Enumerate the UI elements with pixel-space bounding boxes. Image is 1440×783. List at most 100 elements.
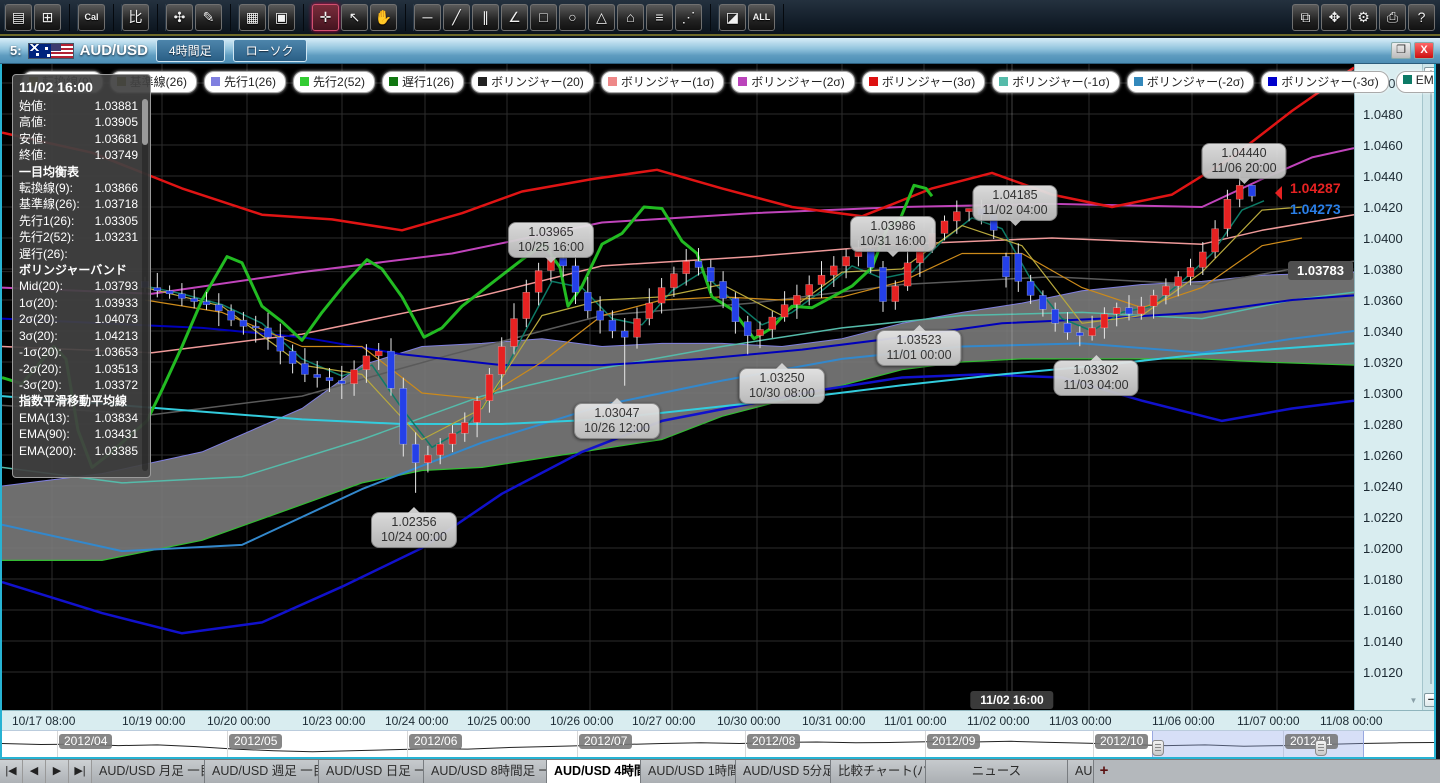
candle xyxy=(1101,314,1108,328)
chart-type-button[interactable]: ローソク xyxy=(233,39,307,62)
info-row-label: 安値: xyxy=(19,131,46,147)
candle xyxy=(769,317,776,329)
info-row-label: 先行1(26): xyxy=(19,213,74,229)
pair-label: AUD/USD xyxy=(80,42,148,59)
candle xyxy=(400,388,407,444)
price-scroll-down-icon[interactable]: ▼ xyxy=(1407,695,1420,706)
triangle-tool-icon[interactable]: △ xyxy=(588,4,615,31)
polygon-tool-icon[interactable]: ⌂ xyxy=(617,4,644,31)
tab-scroll-last[interactable]: ▶| xyxy=(69,760,92,783)
info-row-value: 1.03834 xyxy=(95,410,138,426)
chart-tab-7[interactable]: AUD/USD 5分足 一目... xyxy=(736,760,831,783)
chart-tabs-bar: |◀◀▶▶|AUD/USD 月足 一目均...AUD/USD 週足 一目均...… xyxy=(0,759,1440,783)
zoom-out-button[interactable]: − xyxy=(1424,693,1436,707)
info-row: 始値:1.03881 xyxy=(19,98,148,114)
hline-tool-icon[interactable]: ─ xyxy=(414,4,441,31)
navigator-handle-right[interactable] xyxy=(1315,740,1327,756)
candle xyxy=(953,212,960,221)
chart-tab-3[interactable]: AUD/USD 日足 一目均... xyxy=(319,760,424,783)
pointer-tool-icon[interactable]: ↖ xyxy=(341,4,368,31)
close-window-button[interactable]: X xyxy=(1414,42,1434,59)
info-row-value: 1.03793 xyxy=(95,278,138,294)
erase-all-icon[interactable]: ALL xyxy=(748,4,775,31)
legend-pill-10[interactable]: ボリンジャー(-1σ) xyxy=(992,71,1119,93)
swing-time: 10/31 16:00 xyxy=(860,234,926,249)
add-tab-button[interactable]: + xyxy=(1094,760,1114,783)
info-section-header: 一目均衡表 xyxy=(19,164,148,180)
save-icon[interactable]: ▣ xyxy=(268,4,295,31)
timeframe-button[interactable]: 4時間足 xyxy=(156,39,225,62)
chart-settings-icon[interactable]: ▦ xyxy=(239,4,266,31)
date-axis[interactable]: 10/17 08:0010/19 00:0010/20 00:0010/23 0… xyxy=(2,710,1436,730)
tab-scroll-first[interactable]: |◀ xyxy=(0,760,23,783)
scrollbar-track[interactable] xyxy=(1430,84,1432,684)
swing-time: 11/02 04:00 xyxy=(982,203,1047,218)
calendar-icon[interactable]: Cal xyxy=(78,4,105,31)
settings-gear-icon[interactable]: ⚙ xyxy=(1350,4,1377,31)
chart-tab-9[interactable]: ニュース xyxy=(926,760,1068,783)
date-tick: 11/06 00:00 xyxy=(1152,714,1215,728)
quote-list-icon[interactable]: ▤ xyxy=(5,4,32,31)
price-axis[interactable]: ▲ ▼ 1.05001.04801.04601.04401.04201.0400… xyxy=(1354,64,1422,710)
crosshair-tool-icon[interactable]: ✛ xyxy=(312,4,339,31)
tab-scroll-prev[interactable]: ◀ xyxy=(23,760,46,783)
chart-tab-6[interactable]: AUD/USD 1時間足 一... xyxy=(641,760,736,783)
add-chart-icon[interactable]: ⊞ xyxy=(34,4,61,31)
restore-window-button[interactable]: ❐ xyxy=(1391,42,1411,59)
range-navigator[interactable]: 2012/042012/052012/062012/072012/082012/… xyxy=(2,730,1436,757)
ellipse-tool-icon[interactable]: ○ xyxy=(559,4,586,31)
chart-tab-5[interactable]: AUD/USD 4時間足 ... xyxy=(547,760,641,783)
chart-tab-1[interactable]: AUD/USD 月足 一目均... xyxy=(92,760,205,783)
legend-pill-9[interactable]: ボリンジャー(3σ) xyxy=(862,71,985,93)
chart-tab-8[interactable]: 比較チャート(パーセント... xyxy=(831,760,926,783)
indicator-editor-icon[interactable]: ✣ xyxy=(166,4,193,31)
rectangle-tool-icon[interactable]: □ xyxy=(530,4,557,31)
legend-pill-12[interactable]: ボリンジャー(-3σ) xyxy=(1261,71,1388,93)
swing-price: 1.03986 xyxy=(860,219,926,234)
vertical-scrollbar[interactable]: + − xyxy=(1422,64,1436,710)
candle xyxy=(289,351,296,363)
chart-window: 転換線(9)基準線(26)先行1(26)先行2(52)遅行1(26)ボリンジャー… xyxy=(0,64,1436,759)
eraser-icon[interactable]: ◪ xyxy=(719,4,746,31)
pan-tool-icon[interactable]: ✋ xyxy=(370,4,397,31)
navigator-handle-left[interactable] xyxy=(1152,740,1164,756)
legend-pill-7[interactable]: ボリンジャー(1σ) xyxy=(601,71,724,93)
candle xyxy=(1212,229,1219,252)
legend-color-swatch xyxy=(1134,77,1143,86)
legend-pill-11[interactable]: ボリンジャー(-2σ) xyxy=(1127,71,1254,93)
legend-pill-13[interactable]: EMA(13) xyxy=(1396,71,1436,93)
angle-line-tool-icon[interactable]: ∠ xyxy=(501,4,528,31)
chart-tab-10[interactable]: AUD xyxy=(1068,760,1094,783)
price-tick: 1.0480 xyxy=(1363,107,1403,122)
candle xyxy=(732,298,739,321)
draw-pencil-icon[interactable]: ✎ xyxy=(195,4,222,31)
fibonacci-tool-icon[interactable]: ≡ xyxy=(646,4,673,31)
parallel-lines-tool-icon[interactable]: ∥ xyxy=(472,4,499,31)
date-tick: 10/23 00:00 xyxy=(302,714,365,728)
windows-icon[interactable]: ⧉ xyxy=(1292,4,1319,31)
trendline-tool-icon[interactable]: ╱ xyxy=(443,4,470,31)
info-row: 遅行(26): xyxy=(19,246,148,262)
help-icon[interactable]: ? xyxy=(1408,4,1435,31)
print-icon[interactable]: ⎙ xyxy=(1379,4,1406,31)
window-number: 5: xyxy=(10,43,22,58)
candle xyxy=(1039,295,1046,309)
chart-tab-2[interactable]: AUD/USD 週足 一目均... xyxy=(205,760,319,783)
candlestick-chart[interactable] xyxy=(2,64,1354,710)
legend-pill-3[interactable]: 先行1(26) xyxy=(204,71,286,93)
legend-pill-5[interactable]: 遅行1(26) xyxy=(382,71,464,93)
chart-tab-4[interactable]: AUD/USD 8時間足 一... xyxy=(424,760,547,783)
compare-icon[interactable]: 比 xyxy=(122,4,149,31)
date-tick: 11/01 00:00 xyxy=(884,714,947,728)
swing-label: 1.0444011/06 20:00 xyxy=(1201,143,1286,179)
price-tick: 1.0260 xyxy=(1363,448,1403,463)
info-panel-scrollbar[interactable] xyxy=(142,99,148,471)
legend-pill-6[interactable]: ボリンジャー(20) xyxy=(471,71,594,93)
fan-lines-tool-icon[interactable]: ⋰ xyxy=(675,4,702,31)
tab-scroll-next[interactable]: ▶ xyxy=(46,760,69,783)
fullscreen-icon[interactable]: ✥ xyxy=(1321,4,1348,31)
legend-pill-8[interactable]: ボリンジャー(2σ) xyxy=(731,71,854,93)
candle xyxy=(1076,333,1083,336)
candle xyxy=(166,291,173,294)
legend-pill-4[interactable]: 先行2(52) xyxy=(293,71,375,93)
